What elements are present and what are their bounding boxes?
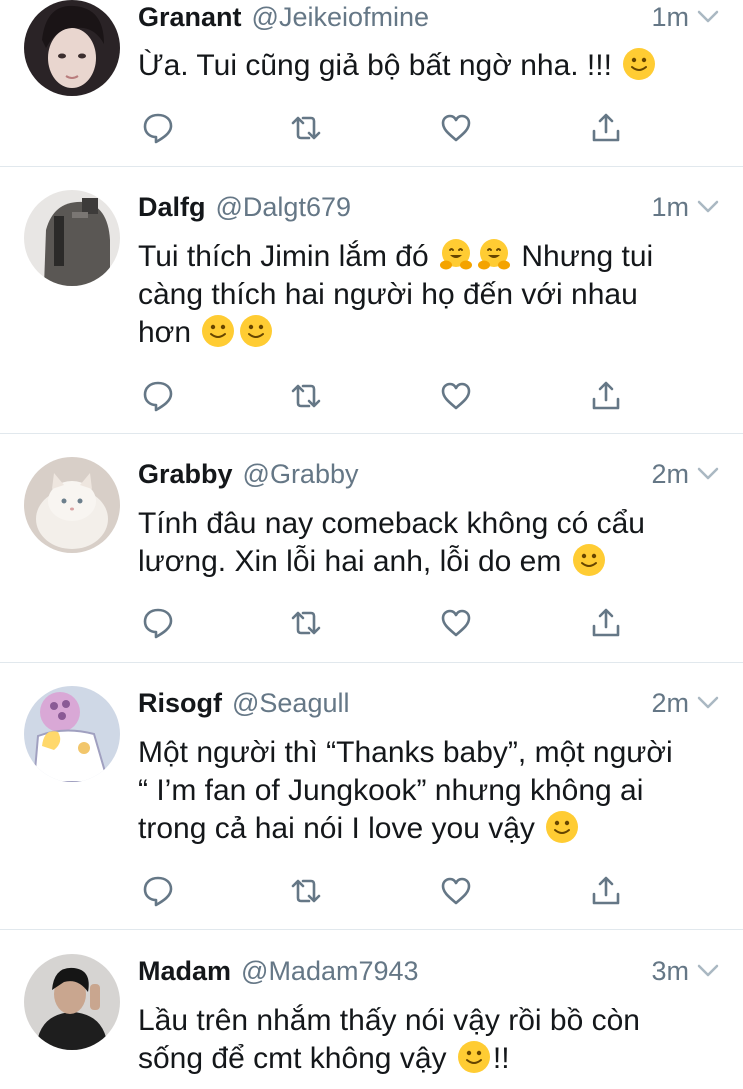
smiling-emoji xyxy=(201,314,235,348)
chevron-down-icon[interactable] xyxy=(695,461,721,487)
timestamp: 3m xyxy=(651,955,689,986)
reply-icon[interactable] xyxy=(138,603,178,643)
avatar[interactable] xyxy=(24,190,120,286)
chevron-down-icon[interactable] xyxy=(695,4,721,30)
retweet-icon[interactable] xyxy=(286,376,326,416)
smiling-emoji xyxy=(622,47,656,81)
like-icon[interactable] xyxy=(436,376,476,416)
retweet-icon[interactable] xyxy=(286,108,326,148)
share-icon[interactable] xyxy=(586,603,626,643)
smiling-emoji xyxy=(545,810,579,844)
tweet-text: Ừa. Tui cũng giả bộ bất ngờ nha. !!! xyxy=(138,47,709,85)
tweet[interactable]: Dalfg @Dalgt679 1m Tui thích Jimin lắm đ… xyxy=(0,190,743,434)
user-handle[interactable]: @Seagull xyxy=(232,688,349,719)
user-handle[interactable]: @Grabby xyxy=(243,459,359,490)
avatar-image xyxy=(24,190,120,286)
smiling-emoji xyxy=(572,543,606,577)
tweet-text: Một người thì “Thanks baby”, một người “… xyxy=(138,736,673,845)
share-icon[interactable] xyxy=(586,108,626,148)
share-icon[interactable] xyxy=(586,376,626,416)
tweet-text: Lầu trên nhắm thấy nói vậy rồi bồ còn số… xyxy=(138,1004,640,1075)
retweet-icon[interactable] xyxy=(286,603,326,643)
avatar-image xyxy=(24,686,120,782)
tweet[interactable]: Granant @Jeikeiofmine 1m Ừa. Tui cũng gi… xyxy=(0,0,743,166)
avatar-image xyxy=(24,0,120,96)
chevron-down-icon[interactable] xyxy=(695,690,721,716)
avatar[interactable] xyxy=(24,0,120,96)
divider xyxy=(0,433,743,434)
like-icon[interactable] xyxy=(436,108,476,148)
avatar-image xyxy=(24,954,120,1050)
like-icon[interactable] xyxy=(436,871,476,911)
display-name[interactable]: Madam xyxy=(138,956,231,987)
tweet[interactable]: Grabby @Grabby 2m Tính đâu nay comeback … xyxy=(0,457,743,662)
user-handle[interactable]: @Madam7943 xyxy=(241,956,419,987)
like-icon[interactable] xyxy=(436,603,476,643)
reply-icon[interactable] xyxy=(138,108,178,148)
timestamp: 2m xyxy=(651,687,689,718)
hugging-emoji xyxy=(439,238,473,272)
chevron-down-icon[interactable] xyxy=(695,194,721,220)
tweet-text: Tính đâu nay comeback không có cẩu lương… xyxy=(138,507,645,578)
display-name[interactable]: Dalfg xyxy=(138,192,206,223)
display-name[interactable]: Granant xyxy=(138,2,242,33)
avatar-image xyxy=(24,457,120,553)
avatar[interactable] xyxy=(24,954,120,1050)
smiling-emoji xyxy=(457,1040,491,1074)
timestamp: 1m xyxy=(651,1,689,32)
tweet-text: Tui thích Jimin lắm đó Nhưng tui càng th… xyxy=(138,238,654,349)
retweet-icon[interactable] xyxy=(286,871,326,911)
share-icon[interactable] xyxy=(586,871,626,911)
avatar[interactable] xyxy=(24,686,120,782)
display-name[interactable]: Risogf xyxy=(138,688,222,719)
tweet[interactable]: Risogf @Seagull 2m Một người thì “Thanks… xyxy=(0,686,743,930)
timestamp: 2m xyxy=(651,458,689,489)
divider xyxy=(0,166,743,167)
reply-icon[interactable] xyxy=(138,376,178,416)
smiling-emoji xyxy=(239,314,273,348)
avatar[interactable] xyxy=(24,457,120,553)
divider xyxy=(0,662,743,663)
timestamp: 1m xyxy=(651,191,689,222)
divider xyxy=(0,929,743,930)
display-name[interactable]: Grabby xyxy=(138,459,233,490)
chevron-down-icon[interactable] xyxy=(695,958,721,984)
tweet[interactable]: Madam @Madam7943 3m Lầu trên nhắm thấy n… xyxy=(0,954,743,1089)
reply-icon[interactable] xyxy=(138,871,178,911)
user-handle[interactable]: @Jeikeiofmine xyxy=(252,2,429,33)
hugging-emoji xyxy=(477,238,511,272)
user-handle[interactable]: @Dalgt679 xyxy=(216,192,352,223)
